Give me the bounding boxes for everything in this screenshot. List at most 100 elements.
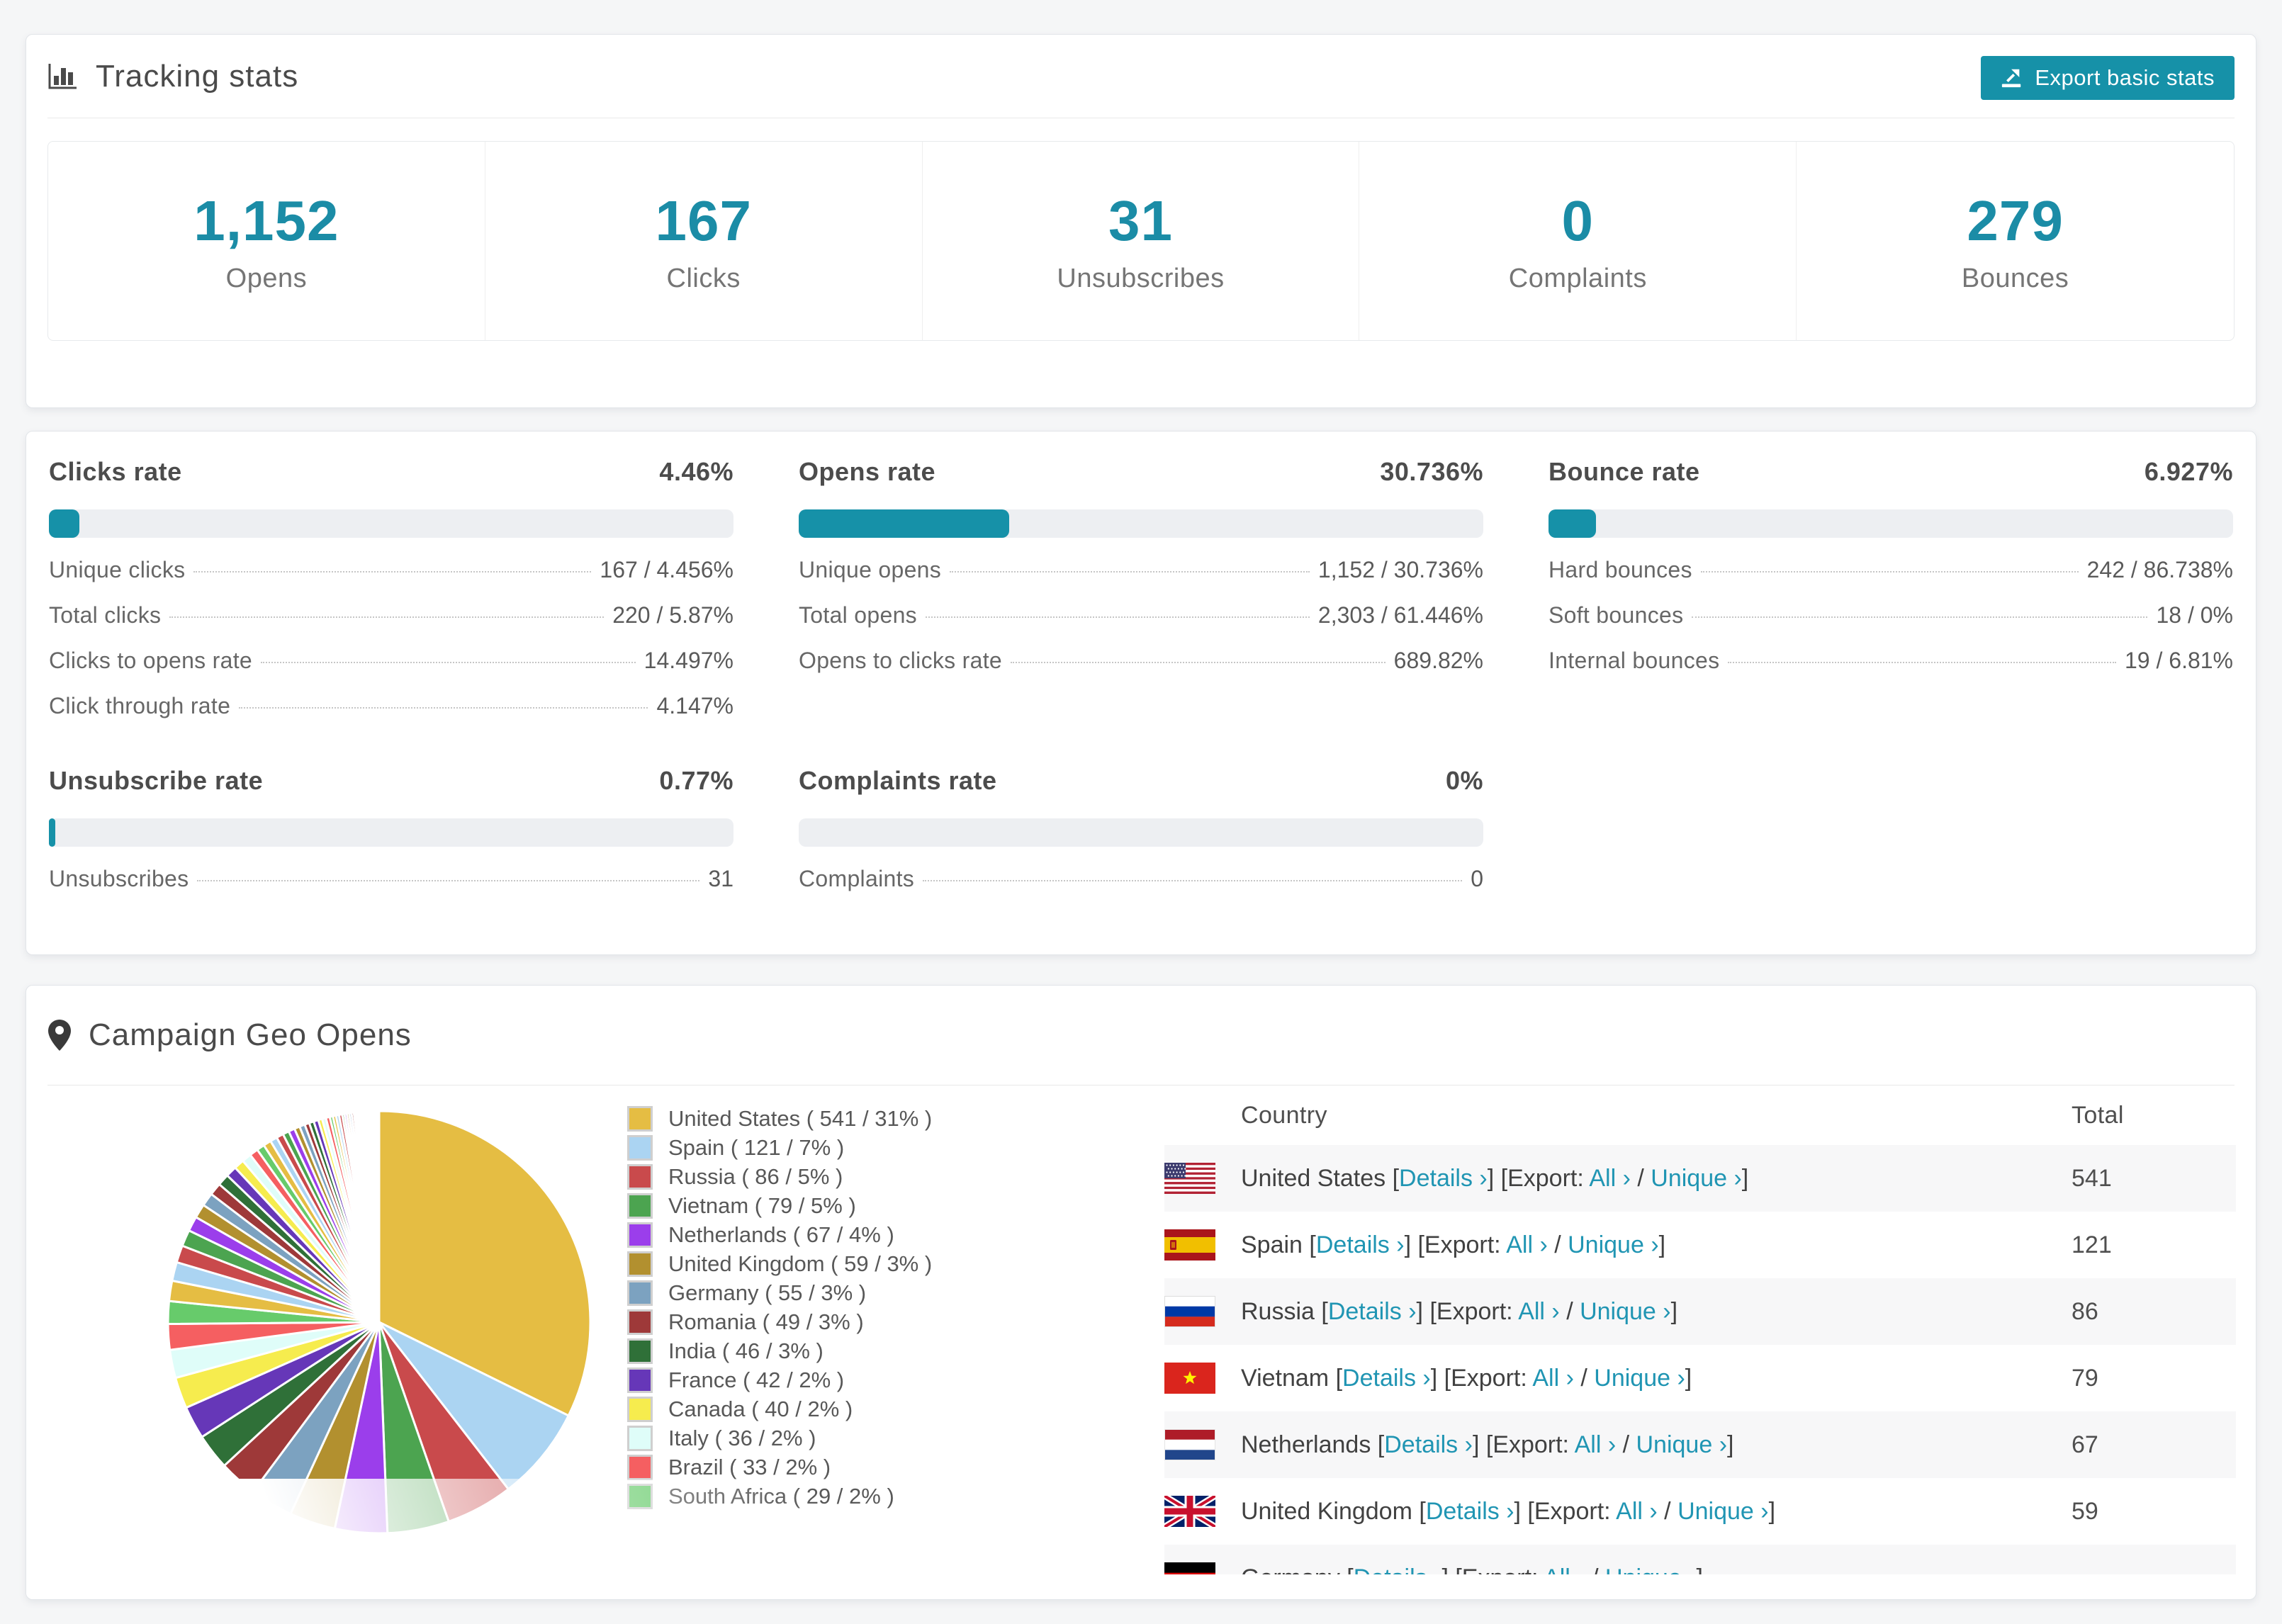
export-all-link[interactable]: All ›: [1575, 1431, 1617, 1458]
legend-item-canada: Canada ( 40 / 2% ): [627, 1394, 982, 1423]
country-name: Netherlands: [1241, 1431, 1371, 1458]
legend-item-russia: Russia ( 86 / 5% ): [627, 1162, 982, 1191]
rate-title: Unsubscribe rate: [49, 766, 264, 795]
rate-head: Unsubscribe rate 0.77%: [49, 766, 734, 796]
rate-block-complaints-rate: Complaints rate 0% Complaints 0: [799, 766, 1483, 892]
country-cell: Spain [Details ›] [Export: All › / Uniqu…: [1164, 1229, 2072, 1261]
details-link[interactable]: Details ›: [1399, 1165, 1488, 1192]
stat-value: 31: [1108, 188, 1173, 252]
export-prefix: Export:: [1451, 1364, 1527, 1392]
stat-label: Bounces: [1961, 263, 2069, 293]
progress-bar: [1548, 509, 2233, 538]
legend-label: Spain ( 121 / 7% ): [668, 1134, 845, 1160]
rate-row-label: Click through rate: [49, 693, 231, 718]
rate-rows: Unique opens 1,152 / 30.736% Total opens 2,…: [799, 557, 1483, 674]
export-all-link[interactable]: All ›: [1589, 1165, 1631, 1192]
export-unique-link[interactable]: Unique ›: [1594, 1365, 1685, 1392]
legend-swatch: [627, 1309, 653, 1335]
export-all-link[interactable]: All ›: [1506, 1231, 1548, 1258]
rates-card: Clicks rate 4.46% Unique clicks 167 / 4.456…: [26, 431, 2256, 955]
details-link[interactable]: Details ›: [1328, 1298, 1417, 1325]
export-button-label: Export basic stats: [2035, 65, 2215, 90]
rate-row-value: 0: [1471, 866, 1483, 891]
legend-swatch: [627, 1134, 653, 1161]
rate-row-label: Internal bounces: [1548, 648, 1720, 673]
country-name: Russia: [1241, 1297, 1315, 1325]
country-cell: Germany [Details ›] [Export: All › / Uni…: [1164, 1562, 2072, 1574]
table-row-united-kingdom: United Kingdom [Details ›] [Export: All …: [1164, 1478, 2236, 1545]
legend-swatch: [627, 1105, 653, 1132]
export-unique-link[interactable]: Unique ›: [1651, 1165, 1742, 1192]
details-link[interactable]: Details ›: [1342, 1365, 1431, 1392]
rate-row-total-opens: Total opens 2,303 / 61.446%: [799, 602, 1483, 628]
progress-bar: [799, 509, 1483, 538]
rate-head: Complaints rate 0%: [799, 766, 1483, 796]
export-basic-stats-button[interactable]: Export basic stats: [1981, 56, 2235, 100]
export-unique-link[interactable]: Unique ›: [1636, 1431, 1728, 1458]
summary-stat-unsubscribes: 31 Unsubscribes: [923, 142, 1360, 340]
export-unique-link[interactable]: Unique ›: [1580, 1298, 1671, 1325]
geo-pie-chart[interactable]: [46, 1086, 613, 1574]
rate-rows: Hard bounces 242 / 86.738% Soft bounces 18 …: [1548, 557, 2233, 674]
pie-slice-other[interactable]: [377, 1110, 381, 1323]
legend-label: United Kingdom ( 59 / 3% ): [668, 1251, 933, 1276]
export-unique-link[interactable]: Unique ›: [1677, 1498, 1769, 1525]
table-row-united-states: United States [Details ›] [Export: All ›…: [1164, 1145, 2236, 1212]
rate-head: Opens rate 30.736%: [799, 457, 1483, 487]
details-link[interactable]: Details ›: [1354, 1564, 1442, 1575]
rate-row-label: Clicks to opens rate: [49, 648, 253, 673]
country-total: 541: [2072, 1164, 2112, 1192]
rate-row-label: Soft bounces: [1548, 602, 1684, 628]
tracking-stats-card: Tracking stats Export basic stats 1,152 O…: [26, 34, 2256, 408]
progress-bar-fill: [1548, 509, 1596, 538]
rate-row-label: Unique clicks: [49, 557, 186, 582]
dotted-leader: [193, 571, 592, 573]
details-link[interactable]: Details ›: [1316, 1231, 1405, 1258]
rate-row-value: 220 / 5.87%: [612, 602, 734, 628]
rate-row-unsubscribes: Unsubscribes 31: [49, 866, 734, 892]
rate-row-value: 689.82%: [1393, 648, 1483, 673]
rate-title: Clicks rate: [49, 457, 182, 486]
bar-chart-icon: [47, 63, 79, 90]
stat-label: Complaints: [1508, 263, 1647, 293]
pie-svg[interactable]: [152, 1095, 606, 1549]
summary-stat-opens: 1,152 Opens: [48, 142, 485, 340]
rate-title: Opens rate: [799, 457, 936, 486]
tracking-stats-page: Tracking stats Export basic stats 1,152 O…: [0, 0, 2282, 1624]
legend-item-united-kingdom: United Kingdom ( 59 / 3% ): [627, 1249, 982, 1278]
geo-header: Campaign Geo Opens: [47, 986, 2235, 1086]
rate-row-internal-bounces: Internal bounces 19 / 6.81%: [1548, 648, 2233, 674]
legend-swatch: [627, 1483, 653, 1509]
rate-row-label: Unique opens: [799, 557, 942, 582]
legend-label: Russia ( 86 / 5% ): [668, 1163, 843, 1189]
country-total: 86: [2072, 1297, 2098, 1325]
rate-value: 30.736%: [1380, 457, 1483, 486]
campaign-geo-opens-card: Campaign Geo Opens United States ( 541 /…: [26, 985, 2256, 1600]
progress-bar-fill: [799, 509, 1009, 538]
dotted-leader: [261, 662, 636, 663]
rate-value: 4.46%: [659, 457, 734, 486]
country-links: Germany [Details ›] [Export: All › / Uni…: [1241, 1564, 1703, 1575]
legend-swatch: [627, 1425, 653, 1451]
table-row-russia: Russia [Details ›] [Export: All › / Uniq…: [1164, 1278, 2236, 1345]
legend-item-spain: Spain ( 121 / 7% ): [627, 1133, 982, 1162]
export-all-link[interactable]: All ›: [1532, 1365, 1574, 1392]
export-unique-link[interactable]: Unique ›: [1605, 1564, 1697, 1575]
export-unique-link[interactable]: Unique ›: [1568, 1231, 1659, 1258]
export-all-link[interactable]: All ›: [1616, 1498, 1658, 1525]
stat-value: 1,152: [193, 188, 339, 252]
legend-label: Italy ( 36 / 2% ): [668, 1425, 816, 1450]
export-all-link[interactable]: All ›: [1518, 1298, 1560, 1325]
map-pin-icon: [47, 1019, 72, 1051]
legend-swatch: [627, 1222, 653, 1248]
rate-row-label: Complaints: [799, 866, 915, 891]
spain-flag-icon: [1164, 1229, 1215, 1261]
export-all-link[interactable]: All ›: [1544, 1564, 1585, 1575]
details-link[interactable]: Details ›: [1384, 1431, 1473, 1458]
rate-block-clicks-rate: Clicks rate 4.46% Unique clicks 167 / 4.456…: [49, 457, 734, 719]
rates-grid: Clicks rate 4.46% Unique clicks 167 / 4.456…: [26, 432, 2256, 918]
table-row-netherlands: Netherlands [Details ›] [Export: All › /…: [1164, 1411, 2236, 1478]
details-link[interactable]: Details ›: [1426, 1498, 1514, 1525]
country-name: Spain: [1241, 1231, 1303, 1258]
export-icon: [2001, 67, 2023, 89]
